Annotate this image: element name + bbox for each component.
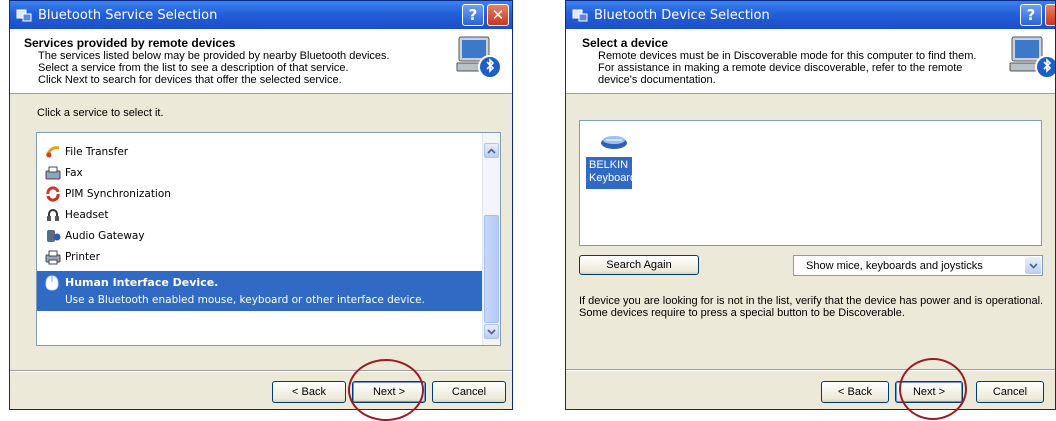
wizard-header: Select a device Remote devices must be i… [566,29,1056,94]
button-divider [10,370,512,372]
header-description: The services listed below may be provide… [38,50,390,86]
selected-service-name: Human Interface Device. [65,276,219,289]
list-item-printer[interactable]: Printer [37,246,100,267]
cancel-button[interactable]: Cancel [976,381,1044,403]
fax-icon [45,165,61,181]
device-item-belkin-keyboard[interactable]: BELKIN Keyboard [586,157,636,189]
services-list[interactable]: File Transfer Fax PIM Synchronization He… [36,132,501,346]
window-title: Bluetooth Service Selection [38,7,218,23]
bluetooth-app-icon [572,7,588,23]
help-button[interactable]: ? [1020,4,1042,26]
chevron-down-icon [487,328,496,335]
chevron-down-icon [1028,262,1038,269]
window-title: Bluetooth Device Selection [594,7,770,23]
dropdown-button[interactable] [1025,257,1041,274]
instruction-label: Click a service to select it. [37,107,164,119]
title-bar[interactable]: Bluetooth Device Selection ? [566,1,1055,29]
back-button[interactable]: < Back [821,381,889,403]
list-item-headset[interactable]: Headset [37,204,109,225]
title-bar[interactable]: Bluetooth Service Selection ? ✕ [10,1,512,29]
scroll-thumb[interactable] [484,215,499,323]
list-item-file-transfer[interactable]: File Transfer [37,141,128,162]
search-again-button[interactable]: Search Again [579,255,699,275]
cancel-button[interactable]: Cancel [432,381,506,403]
highlight-circle [899,358,967,420]
device-selection-window: Bluetooth Device Selection ? Select a de… [565,0,1056,420]
file-transfer-icon [45,144,61,160]
device-filter-select[interactable]: Show mice, keyboards and joysticks [793,255,1043,276]
bluetooth-computer-icon [1009,33,1056,88]
device-filter-value: Show mice, keyboards and joysticks [806,260,983,272]
help-button[interactable]: ? [462,4,484,26]
back-button[interactable]: < Back [272,381,346,403]
bluetooth-computer-icon [456,33,502,88]
list-item-fax[interactable]: Fax [37,162,83,183]
discoverability-info: If device you are looking for is not in … [579,295,1044,319]
button-divider [566,369,1055,371]
scroll-up-button[interactable] [484,143,499,158]
bluetooth-app-icon [16,7,32,23]
scroll-down-button[interactable] [484,324,499,339]
headset-icon [45,207,61,223]
wizard-header: Services provided by remote devices The … [10,29,512,94]
close-button[interactable]: ✕ [487,4,509,26]
list-item-pim-sync[interactable]: PIM Synchronization [37,183,171,204]
printer-icon [45,249,61,265]
mouse-icon [45,275,59,294]
devices-list[interactable]: BELKIN Keyboard [579,120,1042,246]
list-item-audio-gateway[interactable]: Audio Gateway [37,225,145,246]
service-selection-window: Bluetooth Service Selection ? ✕ Services… [9,0,513,421]
header-title: Services provided by remote devices [24,36,236,50]
audio-gateway-icon [45,228,61,244]
selected-service-description: Use a Bluetooth enabled mouse, keyboard … [65,294,425,306]
header-description: Remote devices must be in Discoverable m… [598,50,977,86]
pim-sync-icon [45,185,61,202]
header-title: Select a device [582,36,669,50]
close-button[interactable] [1045,4,1055,26]
keyboard-icon [600,131,630,154]
list-item-human-interface-device[interactable]: Human Interface Device. Use a Bluetooth … [37,271,484,311]
services-scrollbar[interactable] [482,133,500,345]
chevron-up-icon [487,147,496,154]
